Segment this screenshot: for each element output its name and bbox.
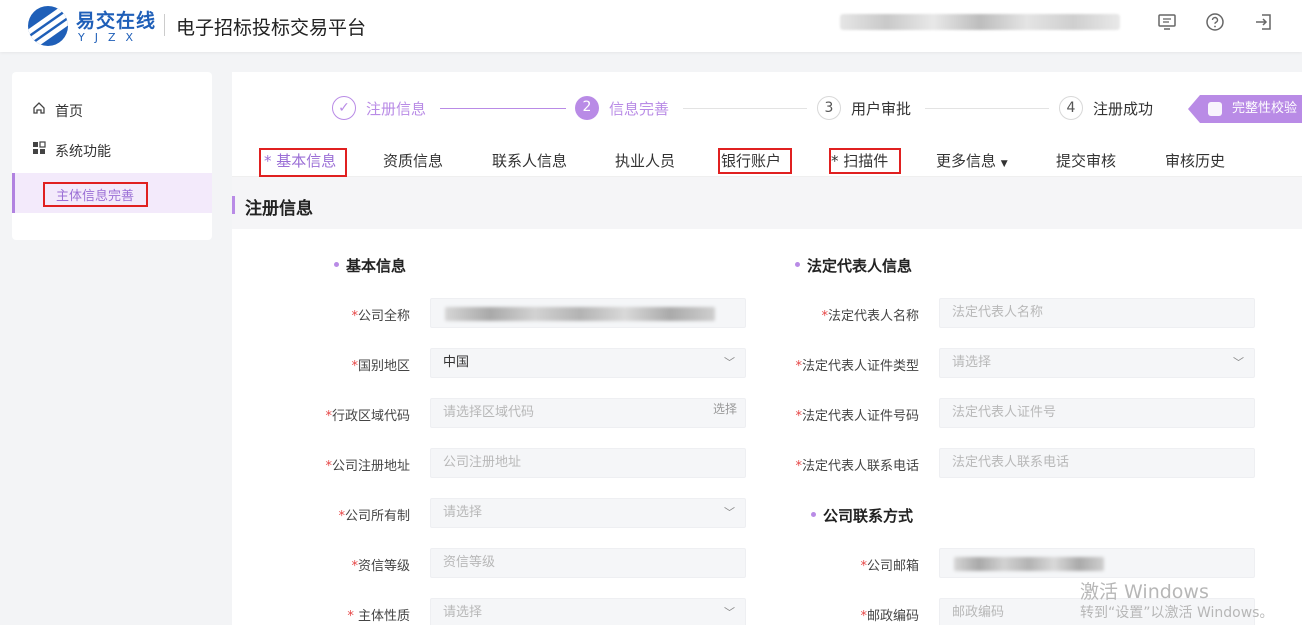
section-marker — [232, 196, 235, 214]
select-region-button[interactable]: 选择 — [713, 395, 737, 423]
field-label: *公司所有制 — [338, 509, 410, 524]
legal-rep-name-field[interactable]: 法定代表人名称 — [939, 298, 1255, 328]
field-label: *资信等级 — [351, 559, 410, 574]
help-icon[interactable] — [1203, 12, 1227, 36]
blurred-value — [954, 557, 1104, 571]
group-title-basic: 基本信息 — [334, 255, 406, 276]
header-divider — [164, 14, 165, 36]
group-title-legal-rep: 法定代表人信息 — [795, 255, 912, 276]
step-3-label: 用户审批 — [851, 100, 912, 118]
step-connector — [925, 108, 1049, 109]
windows-watermark-title: 激活 Windows — [1080, 581, 1209, 603]
step-2-number: 2 — [575, 96, 599, 120]
tab-practitioners[interactable]: 执业人员 — [615, 150, 675, 171]
logo-subtext: YJZX — [78, 31, 144, 44]
step-1-label: 注册信息 — [366, 100, 427, 118]
sidebar-item-label: 首页 — [55, 104, 83, 120]
step-3-number: 3 — [817, 96, 841, 120]
chevron-down-icon: ﹀ — [1233, 356, 1244, 369]
field-label: *公司邮箱 — [860, 559, 919, 574]
entity-type-select[interactable]: 请选择 ﹀ — [430, 598, 746, 625]
apps-icon — [32, 134, 46, 170]
chevron-down-icon: ﹀ — [724, 356, 735, 369]
user-info-blurred[interactable] — [840, 14, 1120, 30]
tab-scans[interactable]: * 扫描件 — [831, 150, 888, 171]
field-label: *公司注册地址 — [325, 459, 410, 474]
tab-qualification[interactable]: 资质信息 — [383, 150, 443, 171]
logout-icon[interactable] — [1252, 12, 1276, 36]
step-4-number: 4 — [1059, 96, 1083, 120]
sidebar-item-system[interactable]: 系统功能 — [12, 134, 212, 170]
group-title-contact: 公司联系方式 — [811, 505, 913, 526]
step-2-label: 信息完善 — [609, 100, 670, 118]
country-select[interactable]: 中国 ﹀ — [430, 348, 746, 378]
company-email-field[interactable] — [939, 548, 1255, 578]
field-label: *法定代表人名称 — [821, 309, 919, 324]
step-4-label: 注册成功 — [1093, 100, 1154, 118]
section-title: 注册信息 — [245, 199, 313, 219]
sidebar-item-entity-info[interactable]: 主体信息完善 — [12, 173, 212, 213]
chevron-down-icon: ﹀ — [724, 606, 735, 619]
home-icon — [32, 94, 46, 130]
region-code-field[interactable]: 请选择区域代码 选择 — [430, 398, 746, 428]
top-header: 易交在线 YJZX 电子招标投标交易平台 — [0, 0, 1302, 52]
credit-rating-field[interactable]: 资信等级 — [430, 548, 746, 578]
sidebar-item-home[interactable]: 首页 — [12, 94, 212, 130]
sidebar-item-label: 系统功能 — [55, 144, 111, 160]
logo-text: 易交在线 — [76, 10, 157, 32]
field-label: *法定代表人证件类型 — [795, 359, 919, 374]
field-label: *行政区域代码 — [325, 409, 410, 424]
legal-rep-id-number-field[interactable]: 法定代表人证件号 — [939, 398, 1255, 428]
ownership-select[interactable]: 请选择 ﹀ — [430, 498, 746, 528]
company-name-field[interactable] — [430, 298, 746, 328]
field-label: *公司全称 — [351, 309, 410, 324]
logo-icon — [28, 6, 68, 46]
tab-review-history[interactable]: 审核历史 — [1165, 150, 1225, 171]
legal-rep-id-type-select[interactable]: 请选择 ﹀ — [939, 348, 1255, 378]
tab-basic-info[interactable]: * 基本信息 — [264, 150, 336, 171]
field-label: *法定代表人联系电话 — [795, 459, 919, 474]
field-label: *邮政编码 — [860, 609, 919, 624]
tab-contacts[interactable]: 联系人信息 — [492, 150, 567, 171]
step-connector — [683, 108, 807, 109]
registered-address-field[interactable]: 公司注册地址 — [430, 448, 746, 478]
section-header: 注册信息 — [232, 177, 1302, 229]
tab-submit-review[interactable]: 提交审核 — [1056, 150, 1116, 171]
legal-rep-phone-field[interactable]: 法定代表人联系电话 — [939, 448, 1255, 478]
app-title: 电子招标投标交易平台 — [176, 17, 367, 39]
field-label: *法定代表人证件号码 — [795, 409, 919, 424]
sidebar: 首页 系统功能 主体信息完善 — [12, 72, 212, 240]
tab-bank-account[interactable]: 银行账户 — [721, 150, 781, 171]
field-label: *国别地区 — [351, 359, 410, 374]
tab-more-info[interactable]: 更多信息 ▼ — [936, 150, 1008, 171]
caret-down-icon: ▼ — [1000, 159, 1008, 169]
step-connector — [440, 108, 566, 109]
windows-watermark-text: 转到“设置”以激活 Windows。 — [1080, 605, 1274, 621]
integrity-check-button[interactable]: 完整性校验 — [1188, 95, 1302, 123]
chevron-down-icon: ﹀ — [724, 506, 735, 519]
monitor-icon[interactable] — [1155, 12, 1179, 36]
main-panel: ✓ 注册信息 2 信息完善 3 用户审批 4 注册成功 完整性校验 * 基本信息… — [232, 72, 1302, 625]
blurred-value — [445, 307, 715, 321]
sidebar-subitem-label: 主体信息完善 — [56, 189, 135, 204]
database-icon — [1208, 102, 1222, 116]
field-label: * 主体性质 — [347, 609, 410, 624]
step-1-check-icon: ✓ — [332, 96, 356, 120]
